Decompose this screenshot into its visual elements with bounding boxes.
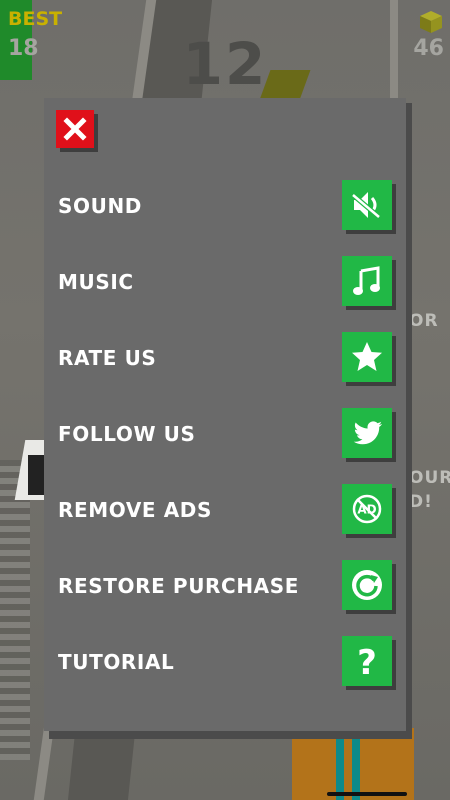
- sound-off-icon: [351, 192, 381, 219]
- close-icon: [63, 117, 87, 141]
- tutorial-button[interactable]: ?: [342, 636, 392, 686]
- menu-row-remove-ads[interactable]: REMOVE ADS AD: [44, 482, 406, 538]
- home-indicator: [327, 792, 407, 796]
- music-button[interactable]: [342, 256, 392, 306]
- question-mark-icon: ?: [357, 643, 377, 679]
- menu-row-tutorial[interactable]: TUTORIAL ?: [44, 634, 406, 690]
- menu-label: FOLLOW US: [58, 422, 196, 446]
- rate-us-button[interactable]: [342, 332, 392, 382]
- menu-row-restore-purchase[interactable]: RESTORE PURCHASE: [44, 558, 406, 614]
- menu-label: RESTORE PURCHASE: [58, 574, 299, 598]
- svg-text:?: ?: [357, 643, 377, 679]
- music-note-icon: [353, 266, 380, 295]
- menu-row-follow-us[interactable]: FOLLOW US: [44, 406, 406, 462]
- sound-button[interactable]: [342, 180, 392, 230]
- restore-purchase-button[interactable]: [342, 560, 392, 610]
- follow-us-button[interactable]: [342, 408, 392, 458]
- menu-label: REMOVE ADS: [58, 498, 213, 522]
- menu-row-music[interactable]: MUSIC: [44, 254, 406, 310]
- close-button[interactable]: [56, 110, 94, 148]
- menu-row-rate-us[interactable]: RATE US: [44, 330, 406, 386]
- fence: [0, 460, 30, 760]
- background-text: D!: [409, 492, 433, 512]
- star-icon: [352, 342, 382, 371]
- coin-count: 46: [413, 36, 444, 61]
- menu-row-sound[interactable]: SOUND: [44, 178, 406, 234]
- twitter-bird-icon: [353, 421, 383, 445]
- menu-label: RATE US: [58, 346, 157, 370]
- remove-ads-icon: AD: [352, 494, 382, 524]
- coin-cube-icon: [420, 11, 442, 33]
- restore-icon: [352, 570, 382, 600]
- svg-text:AD: AD: [357, 503, 376, 517]
- background-text: OR: [409, 311, 439, 331]
- background-text: OUR: [409, 468, 450, 488]
- menu-label: TUTORIAL: [58, 650, 175, 674]
- best-label: BEST: [8, 8, 63, 30]
- menu-label: MUSIC: [58, 270, 134, 294]
- menu-label: SOUND: [58, 194, 142, 218]
- current-score: 12: [182, 30, 268, 98]
- remove-ads-button[interactable]: AD: [342, 484, 392, 534]
